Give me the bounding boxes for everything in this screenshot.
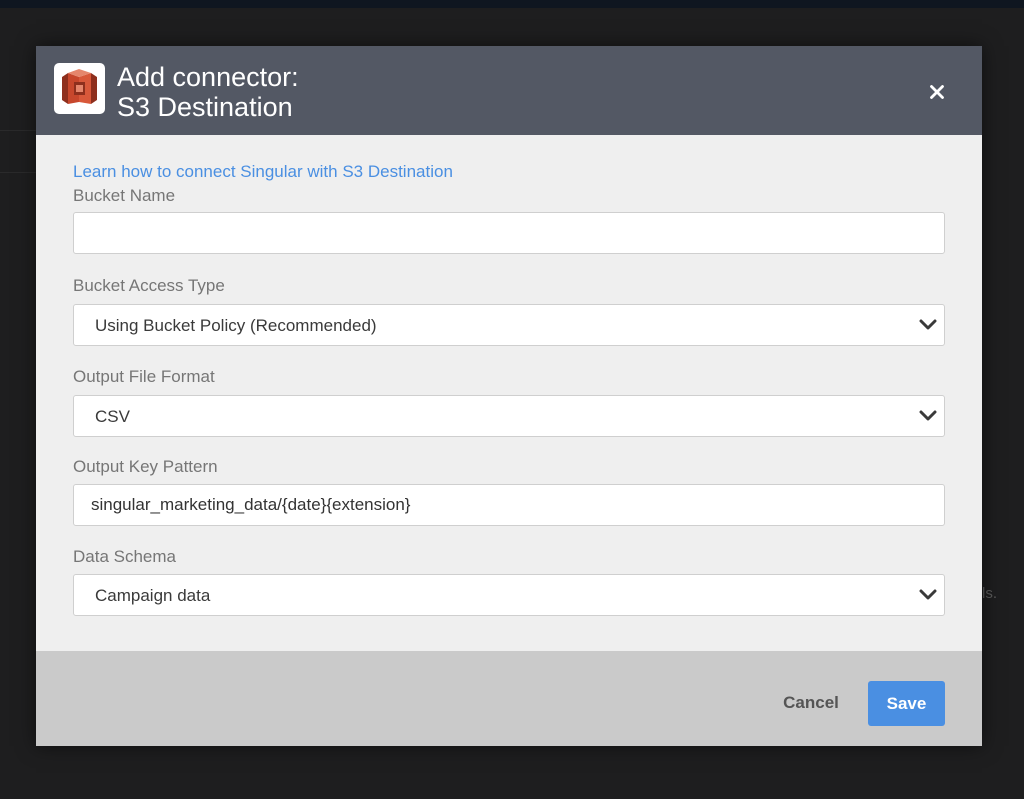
- output-key-pattern-input[interactable]: [73, 484, 945, 526]
- dialog-body: Learn how to connect Singular with S3 De…: [73, 161, 945, 616]
- dialog-header: Add connector: S3 Destination: [36, 46, 982, 135]
- save-button[interactable]: Save: [868, 681, 945, 726]
- background-text-fragment: ls.: [982, 585, 997, 602]
- help-link[interactable]: Learn how to connect Singular with S3 De…: [73, 161, 945, 183]
- close-icon: [930, 85, 944, 99]
- chevron-down-icon: [919, 319, 937, 330]
- output-file-format-label: Output File Format: [73, 367, 215, 386]
- dialog-title: Add connector: S3 Destination: [117, 62, 299, 122]
- dialog-footer: Cancel Save: [36, 651, 982, 746]
- app-top-bar: [0, 0, 1024, 8]
- cancel-button[interactable]: Cancel: [771, 681, 851, 725]
- output-file-format-select[interactable]: CSV: [73, 395, 945, 437]
- bucket-name-label: Bucket Name: [73, 186, 176, 205]
- chevron-down-icon: [919, 589, 937, 600]
- dialog-title-line2: S3 Destination: [117, 92, 293, 122]
- bucket-access-type-label: Bucket Access Type: [73, 276, 225, 295]
- output-file-format-value: CSV: [95, 407, 130, 426]
- add-connector-dialog: Add connector: S3 Destination Learn how …: [36, 46, 982, 746]
- background-divider: [0, 172, 36, 173]
- data-schema-select[interactable]: Campaign data: [73, 574, 945, 616]
- chevron-down-icon: [919, 410, 937, 421]
- data-schema-label: Data Schema: [73, 547, 176, 566]
- close-button[interactable]: [921, 77, 953, 107]
- bucket-name-input[interactable]: [73, 212, 945, 254]
- data-schema-value: Campaign data: [95, 586, 211, 605]
- bucket-access-type-select[interactable]: Using Bucket Policy (Recommended): [73, 304, 945, 346]
- bucket-access-type-value: Using Bucket Policy (Recommended): [95, 316, 377, 335]
- dialog-title-line1: Add connector:: [117, 62, 299, 92]
- aws-s3-icon: [54, 63, 105, 114]
- background-divider: [0, 130, 36, 131]
- output-key-pattern-label: Output Key Pattern: [73, 457, 218, 476]
